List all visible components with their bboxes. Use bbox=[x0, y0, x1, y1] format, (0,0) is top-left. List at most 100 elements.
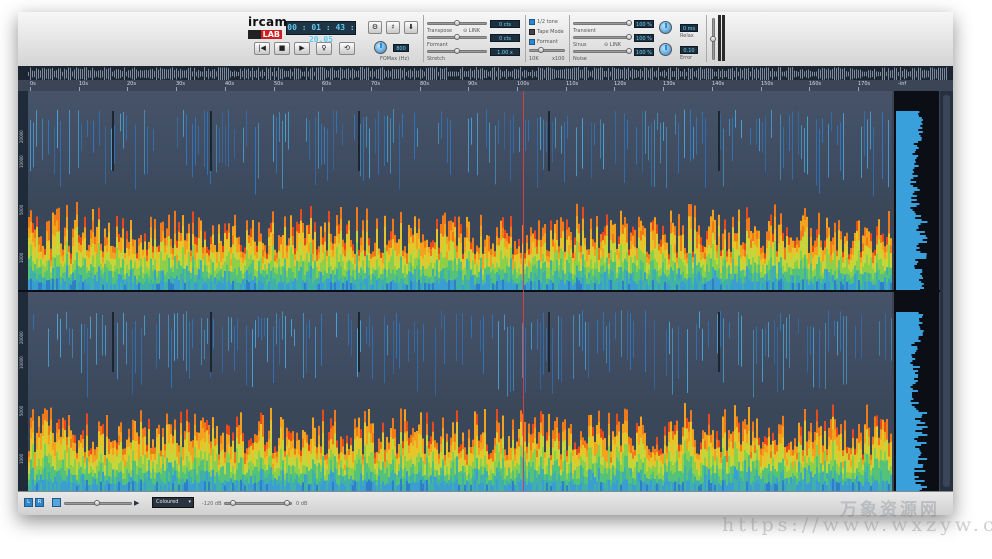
spectrum-energy-cell bbox=[180, 457, 182, 469]
formant-slider-thumb[interactable] bbox=[454, 34, 460, 40]
spectrogram-view[interactable]: 20000 10000 5000 1000 20000 10000 5000 1… bbox=[18, 91, 953, 492]
transient-slider[interactable] bbox=[573, 22, 631, 25]
spectrum-energy-cell bbox=[270, 232, 272, 243]
fomax-knob[interactable] bbox=[374, 41, 387, 54]
formant-checkbox[interactable] bbox=[529, 39, 535, 45]
noise-slider-thumb[interactable] bbox=[626, 48, 632, 54]
spectrum-energy-cell bbox=[324, 480, 326, 487]
sinus-value[interactable]: 100 % bbox=[634, 34, 654, 42]
spectrum-energy-cell bbox=[192, 234, 194, 246]
sinus-link-toggle[interactable]: ⊝ LINK bbox=[604, 42, 621, 48]
spectrum-energy-cell bbox=[78, 447, 80, 456]
spectrum-energy-cell bbox=[272, 458, 274, 465]
spectrum-energy-cell bbox=[78, 274, 80, 283]
half-tone-checkbox[interactable] bbox=[529, 19, 535, 25]
spectrum-energy-cell bbox=[100, 283, 102, 290]
transient-slider-thumb[interactable] bbox=[626, 20, 632, 26]
relax-value[interactable]: 0 ms bbox=[680, 24, 698, 32]
overview-wave-bar bbox=[194, 67, 195, 81]
spectrum-energy-cell bbox=[70, 482, 72, 491]
stop-button[interactable]: ■ bbox=[274, 42, 290, 55]
spectrum-energy-cell bbox=[800, 220, 802, 232]
noise-value[interactable]: 100 % bbox=[634, 48, 654, 56]
spectrum-energy-cell bbox=[314, 260, 316, 272]
spectrum-energy-cell bbox=[236, 245, 238, 254]
overview-wave-bar bbox=[832, 68, 833, 80]
spectrum-energy-cell bbox=[468, 231, 470, 242]
spectrum-energy-cell bbox=[514, 262, 516, 270]
spectrum-energy-cell bbox=[152, 483, 154, 491]
stretch-value[interactable]: 1.00 x bbox=[490, 48, 520, 56]
transpose-slider-thumb[interactable] bbox=[454, 20, 460, 26]
range-slider-thumb[interactable] bbox=[538, 47, 544, 53]
sinus-slider-thumb[interactable] bbox=[626, 34, 632, 40]
spectrum-energy-cell bbox=[808, 263, 810, 270]
overview-wave-bar bbox=[320, 67, 321, 81]
spectrum-energy-cell bbox=[108, 232, 110, 243]
spectrum-harmonic-streak bbox=[864, 110, 865, 157]
spectrum-energy-cell bbox=[72, 281, 74, 290]
spectrogram-channel-right[interactable]: 20000 10000 5000 1000 bbox=[18, 292, 953, 492]
transpose-link-toggle[interactable]: ⊝ LINK bbox=[463, 28, 480, 34]
spectrum-energy-cell bbox=[118, 454, 120, 464]
spectrum-energy-cell bbox=[186, 273, 188, 283]
spectrum-energy-cell bbox=[572, 268, 574, 275]
stretch-slider-thumb[interactable] bbox=[454, 48, 460, 54]
spectrum-energy-cell bbox=[136, 440, 138, 450]
spectrum-energy-cell bbox=[398, 275, 400, 284]
transient-value[interactable]: 100 % bbox=[634, 20, 654, 28]
spectrum-energy-cell bbox=[534, 281, 536, 290]
spectrogram-channel-left[interactable]: 20000 10000 5000 1000 bbox=[18, 91, 953, 291]
tape-mode-checkbox[interactable] bbox=[529, 29, 535, 35]
range-slider[interactable] bbox=[529, 49, 565, 52]
loop-button[interactable]: ⟲ bbox=[339, 42, 355, 55]
spectrum-energy-cell bbox=[728, 240, 730, 250]
marker-button[interactable]: ⬇ bbox=[404, 21, 418, 34]
spectrum-energy-cell bbox=[62, 417, 64, 429]
overview-wave-bar bbox=[614, 67, 615, 81]
spectrum-energy-cell bbox=[324, 232, 326, 243]
spectrum-energy-cell bbox=[782, 265, 784, 275]
overview-waveform[interactable] bbox=[18, 66, 953, 81]
sinus-slider[interactable] bbox=[573, 36, 631, 39]
spectrum-energy-cell bbox=[92, 243, 94, 256]
overview-wave-bar bbox=[594, 67, 595, 81]
formant-value[interactable]: 0 cts bbox=[490, 34, 520, 42]
spectrum-energy-cell bbox=[404, 246, 406, 253]
spectrum-energy-cell bbox=[250, 453, 252, 462]
fomax-value[interactable]: 800 bbox=[393, 44, 409, 52]
spectrum-energy-cell bbox=[310, 483, 312, 491]
spectrum-energy-cell bbox=[642, 280, 644, 290]
play-button[interactable]: ▶ bbox=[294, 42, 310, 55]
spectrum-energy-cell bbox=[752, 232, 754, 242]
spectrum-energy-cell bbox=[322, 252, 324, 261]
spectrum-energy-cell bbox=[118, 258, 120, 267]
noise-slider[interactable] bbox=[573, 50, 631, 53]
overview-wave-bar bbox=[220, 67, 221, 81]
spectrum-energy-cell bbox=[576, 253, 578, 266]
relax-knob[interactable] bbox=[659, 21, 672, 34]
settings-button[interactable]: ⚙ bbox=[368, 21, 382, 34]
spectrum-energy-cell bbox=[62, 480, 64, 491]
error-knob[interactable] bbox=[659, 43, 672, 56]
error-value[interactable]: 0.10 bbox=[680, 46, 698, 54]
spectrum-energy-cell bbox=[472, 252, 474, 261]
spectrum-energy-cell bbox=[198, 248, 200, 260]
record-button[interactable]: ♀ bbox=[316, 42, 332, 55]
spectrum-energy-cell bbox=[324, 475, 326, 482]
transpose-value[interactable]: 0 cts bbox=[490, 20, 520, 28]
output-gain-thumb[interactable] bbox=[710, 36, 716, 42]
spectrum-energy-cell bbox=[578, 261, 580, 272]
spectrum-energy-cell bbox=[424, 261, 426, 270]
spectrum-energy-cell bbox=[112, 476, 114, 485]
spectrum-energy-cell bbox=[750, 281, 752, 290]
spectrum-energy-cell bbox=[112, 440, 114, 449]
spectrum-energy-cell bbox=[66, 241, 68, 255]
rewind-button[interactable]: |◀ bbox=[254, 42, 270, 55]
spectrum-energy-cell bbox=[248, 266, 250, 275]
spectrum-energy-cell bbox=[572, 252, 574, 259]
spectrum-energy-cell bbox=[344, 470, 346, 476]
spectrum-energy-cell bbox=[42, 271, 44, 278]
spectrum-energy-cell bbox=[226, 239, 228, 249]
tuning-button[interactable]: ♯ bbox=[386, 21, 400, 34]
